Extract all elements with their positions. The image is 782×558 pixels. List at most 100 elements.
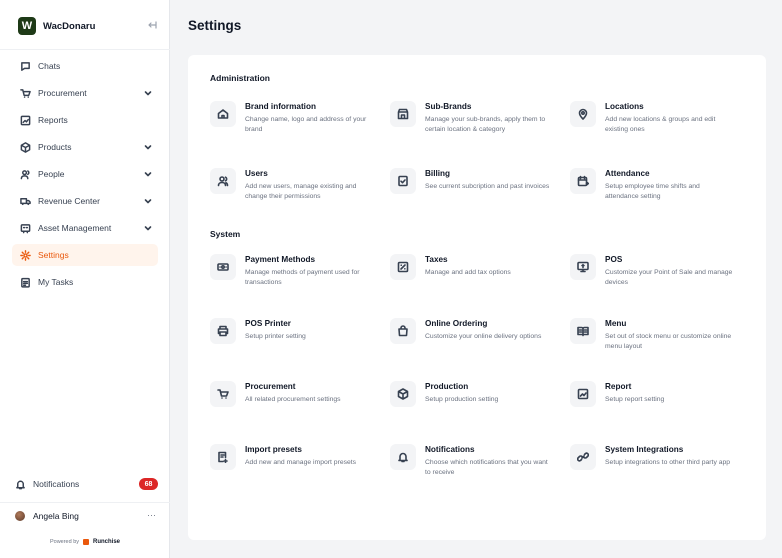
notification-count-badge: 68 (139, 478, 158, 490)
truck-icon (20, 196, 31, 207)
sidebar-item-label: My Tasks (38, 277, 74, 287)
tile-description: Setup report setting (605, 396, 665, 403)
tile-description: All related procurement settings (245, 396, 341, 403)
tile-description: Set out of stock menu or customize onlin… (605, 333, 732, 350)
box-icon (20, 141, 31, 153)
tile-menu[interactable]: Menu Set out of stock menu or customize … (570, 318, 735, 362)
sidebar-notifications[interactable]: Notifications 68 (12, 474, 158, 494)
cart-icon (20, 88, 31, 99)
tile-title: POS Printer (245, 319, 291, 328)
sidebar-item-label: People (38, 169, 65, 179)
chevron-down-icon (144, 89, 152, 97)
sidebar-item-asset-management[interactable]: Asset Management (12, 217, 158, 239)
tile-report[interactable]: Report Setup report setting (570, 381, 735, 425)
tile-payment-methods[interactable]: Payment Methods Manage methods of paymen… (210, 254, 375, 298)
tile-attendance[interactable]: Attendance Setup employee time shifts an… (570, 168, 735, 212)
tile-title: Notifications (425, 445, 475, 454)
sidebar-item-label: Reports (38, 115, 68, 125)
payment-icon (210, 254, 236, 280)
sidebar-item-label: Settings (38, 250, 69, 260)
sidebar-item-products[interactable]: Products (12, 136, 158, 158)
tile-brand-information[interactable]: Brand information Change name, logo and … (210, 101, 375, 145)
sidebar-item-chats[interactable]: Chats (12, 55, 158, 77)
link-icon (570, 444, 596, 470)
tile-description: Add new users, manage existing and chang… (245, 183, 357, 200)
user-profile[interactable]: Angela Bing ··· (15, 508, 158, 524)
brand[interactable]: W WacDonaru (18, 15, 158, 37)
chevron-down-icon (144, 170, 152, 178)
powered-by-name: Runchise (93, 539, 121, 545)
tile-title: Sub-Brands (425, 102, 472, 111)
tile-title: POS (605, 255, 623, 264)
tile-title: Brand information (245, 102, 316, 111)
chart-icon (20, 115, 31, 126)
runchise-logo-icon (83, 539, 90, 545)
powered-by-prefix: Powered by (49, 539, 80, 545)
calendar-icon (570, 168, 596, 194)
tile-title: Production (425, 382, 469, 391)
tile-title: Users (245, 169, 268, 178)
section-title-administration: Administration (210, 73, 270, 83)
cart-icon (210, 381, 236, 407)
people-icon (20, 169, 31, 180)
monitor-icon (570, 254, 596, 280)
chat-icon (20, 61, 31, 72)
tile-title: Menu (605, 319, 627, 328)
sidebar-item-settings[interactable]: Settings (12, 244, 158, 266)
sidebar-item-my-tasks[interactable]: My Tasks (12, 271, 158, 293)
sidebar-item-reports[interactable]: Reports (12, 109, 158, 131)
page-title: Settings (188, 18, 242, 33)
import-icon (210, 444, 236, 470)
sidebar-item-label: Revenue Center (38, 196, 100, 206)
tile-description: Manage methods of payment used for trans… (245, 269, 360, 286)
tile-billing[interactable]: Billing See current subcription and past… (390, 168, 555, 212)
tile-description: Add new locations & groups and edit exis… (605, 116, 716, 133)
tile-production[interactable]: Production Setup production setting (390, 381, 555, 425)
collapse-sidebar-icon[interactable] (146, 19, 158, 31)
tile-title: Locations (605, 102, 644, 111)
tile-procurement[interactable]: Procurement All related procurement sett… (210, 381, 375, 425)
sidebar-item-label: Chats (38, 61, 61, 71)
bell-icon (390, 444, 416, 470)
more-options-icon[interactable]: ··· (147, 510, 156, 520)
tile-description: Setup integrations to other third party … (605, 459, 731, 466)
user-name: Angela Bing (33, 511, 79, 521)
printer-icon (210, 318, 236, 344)
tile-import-presets[interactable]: Import presets Add new and manage import… (210, 444, 375, 488)
sidebar-divider (0, 49, 170, 50)
tile-title: Online Ordering (425, 319, 488, 328)
tile-description: Manage and add tax options (425, 269, 511, 276)
notifications-label: Notifications (33, 479, 80, 489)
sidebar-item-procurement[interactable]: Procurement (12, 82, 158, 104)
store-icon (390, 101, 416, 127)
tile-taxes[interactable]: Taxes Manage and add tax options (390, 254, 555, 298)
tile-pos[interactable]: POS Customize your Point of Sale and man… (570, 254, 735, 298)
tile-description: See current subcription and past invoice… (425, 183, 550, 190)
sidebar: W WacDonaru Chats Procurement Reports Pr… (0, 0, 170, 558)
section-title-system: System (210, 229, 241, 239)
tile-users[interactable]: Users Add new users, manage existing and… (210, 168, 375, 212)
tile-system-integrations[interactable]: System Integrations Setup integrations t… (570, 444, 735, 488)
clipboard-icon (20, 277, 31, 288)
tile-notifications[interactable]: Notifications Choose which notifications… (390, 444, 555, 488)
tile-title: Procurement (245, 382, 296, 391)
tile-sub-brands[interactable]: Sub-Brands Manage your sub-brands, apply… (390, 101, 555, 145)
gear-icon (20, 249, 31, 261)
bag-icon (390, 318, 416, 344)
sidebar-item-label: Procurement (38, 88, 87, 98)
tile-pos-printer[interactable]: POS Printer Setup printer setting (210, 318, 375, 362)
sidebar-item-revenue-center[interactable]: Revenue Center (12, 190, 158, 212)
tile-title: Taxes (425, 255, 448, 264)
chevron-down-icon (144, 224, 152, 232)
tile-title: Attendance (605, 169, 650, 178)
chevron-down-icon (144, 143, 152, 151)
tile-online-ordering[interactable]: Online Ordering Customize your online de… (390, 318, 555, 362)
sidebar-item-people[interactable]: People (12, 163, 158, 185)
report-icon (570, 381, 596, 407)
tile-title: Payment Methods (245, 255, 316, 264)
asset-icon (20, 223, 31, 234)
tile-locations[interactable]: Locations Add new locations & groups and… (570, 101, 735, 145)
tile-description: Add new and manage import presets (245, 459, 357, 466)
production-icon (390, 381, 416, 407)
bell-icon (15, 479, 26, 490)
